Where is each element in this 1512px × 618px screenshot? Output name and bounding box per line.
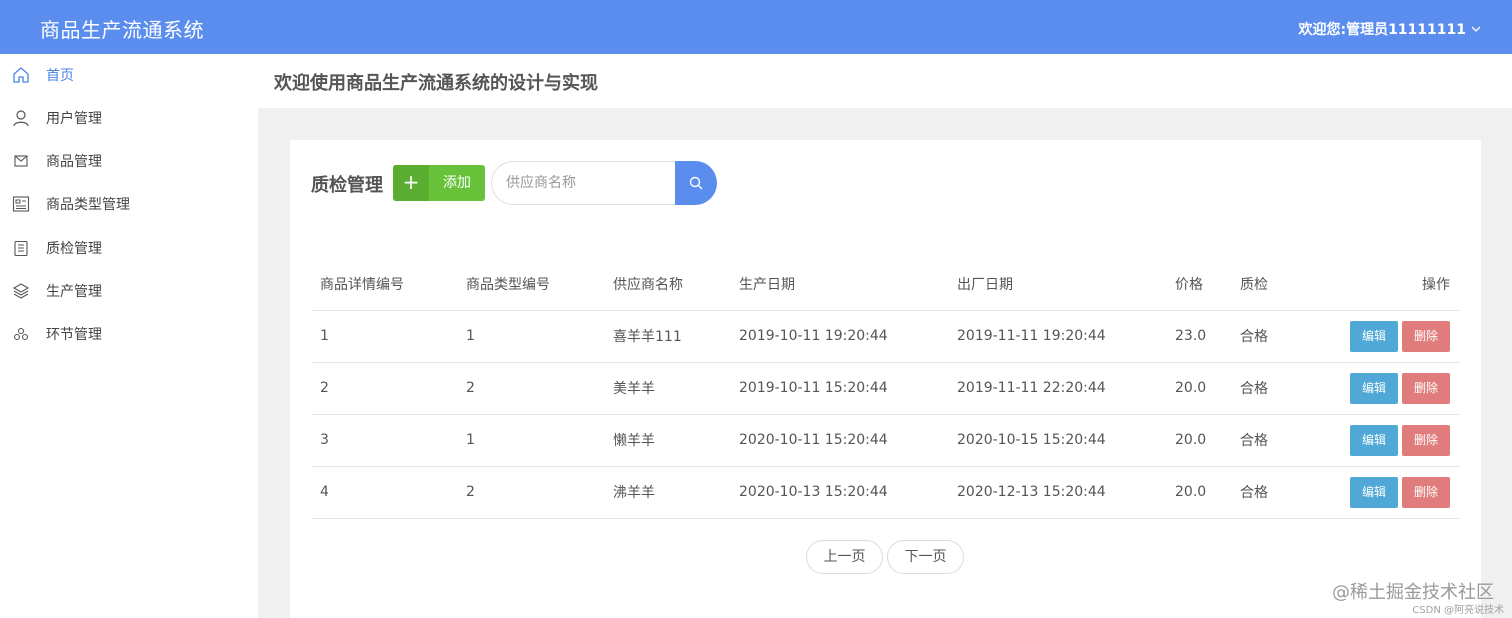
edit-button[interactable]: 编辑 bbox=[1350, 424, 1398, 456]
table-cell: 2019-11-11 19:20:44 bbox=[949, 310, 1167, 363]
user-icon bbox=[13, 110, 29, 127]
table-cell: 4 bbox=[312, 466, 458, 519]
table-cell: 3 bbox=[312, 414, 458, 467]
table-cell: 2 bbox=[458, 362, 605, 415]
home-icon bbox=[13, 67, 29, 83]
table-cell: 合格 bbox=[1232, 466, 1302, 519]
table-cell: 1 bbox=[458, 310, 605, 363]
search-input[interactable] bbox=[491, 161, 677, 205]
table-row: 4 2 沸羊羊 2020-10-13 15:20:44 2020-12-13 1… bbox=[312, 466, 1460, 519]
section-title: 质检管理 bbox=[311, 175, 383, 196]
column-header: 供应商名称 bbox=[605, 258, 731, 311]
user-menu[interactable]: 欢迎您:管理员11111111 bbox=[1298, 19, 1482, 39]
sidebar-item-label: 用户管理 bbox=[46, 111, 102, 127]
search-button[interactable] bbox=[675, 161, 717, 205]
table-cell: 1 bbox=[458, 414, 605, 467]
delete-button[interactable]: 删除 bbox=[1402, 372, 1450, 404]
edit-button[interactable]: 编辑 bbox=[1350, 372, 1398, 404]
search-icon bbox=[689, 176, 703, 190]
table-header-row: 商品详情编号 商品类型编号 供应商名称 生产日期 出厂日期 价格 质检 操作 bbox=[312, 258, 1460, 311]
user-greeting: 欢迎您:管理员11111111 bbox=[1298, 22, 1466, 38]
table-cell: 2020-10-13 15:20:44 bbox=[731, 466, 949, 519]
delete-button[interactable]: 删除 bbox=[1402, 476, 1450, 508]
top-bar: 商品生产流通系统 欢迎您:管理员11111111 bbox=[0, 0, 1512, 54]
table-row: 3 1 懒羊羊 2020-10-11 15:20:44 2020-10-15 1… bbox=[312, 414, 1460, 467]
sidebar-item-users[interactable]: 用户管理 bbox=[0, 97, 258, 137]
table-cell: 2020-12-13 15:20:44 bbox=[949, 466, 1167, 519]
page-header: 欢迎使用商品生产流通系统的设计与实现 bbox=[258, 54, 1512, 108]
sidebar-item-quality[interactable]: 质检管理 bbox=[0, 227, 258, 267]
edit-button[interactable]: 编辑 bbox=[1350, 476, 1398, 508]
sidebar-item-products[interactable]: 商品管理 bbox=[0, 140, 258, 180]
app-title: 商品生产流通系统 bbox=[40, 18, 204, 42]
cluster-icon bbox=[13, 327, 29, 341]
chevron-down-icon bbox=[1471, 26, 1481, 32]
table-cell: 喜羊羊111 bbox=[605, 310, 731, 363]
sidebar-item-label: 环节管理 bbox=[46, 327, 102, 343]
table-cell: 2019-11-11 22:20:44 bbox=[949, 362, 1167, 415]
table-cell: 2019-10-11 15:20:44 bbox=[731, 362, 949, 415]
sidebar-item-label: 质检管理 bbox=[46, 241, 102, 257]
sidebar-item-label: 首页 bbox=[46, 68, 74, 84]
sidebar-item-production[interactable]: 生产管理 bbox=[0, 270, 258, 310]
edit-button[interactable]: 编辑 bbox=[1350, 320, 1398, 352]
table-cell: 沸羊羊 bbox=[605, 466, 731, 519]
table-cell: 合格 bbox=[1232, 362, 1302, 415]
table-cell: 2020-10-15 15:20:44 bbox=[949, 414, 1167, 467]
row-actions: 编辑 删除 bbox=[1302, 310, 1460, 363]
table-cell: 23.0 bbox=[1167, 310, 1232, 363]
delete-button[interactable]: 删除 bbox=[1402, 424, 1450, 456]
row-actions: 编辑 删除 bbox=[1302, 466, 1460, 519]
add-button[interactable]: + 添加 bbox=[393, 165, 485, 201]
table-cell: 1 bbox=[312, 310, 458, 363]
sidebar-item-label: 商品管理 bbox=[46, 154, 102, 170]
delete-button[interactable]: 删除 bbox=[1402, 320, 1450, 352]
next-page-button[interactable]: 下一页 bbox=[887, 540, 964, 574]
sidebar-item-home[interactable]: 首页 bbox=[0, 54, 258, 94]
table-cell: 懒羊羊 bbox=[605, 414, 731, 467]
row-actions: 编辑 删除 bbox=[1302, 362, 1460, 415]
layers-icon bbox=[12, 283, 30, 299]
table-row: 1 1 喜羊羊111 2019-10-11 19:20:44 2019-11-1… bbox=[312, 310, 1460, 363]
column-header: 质检 bbox=[1232, 258, 1302, 311]
column-header: 商品详情编号 bbox=[312, 258, 458, 311]
table-cell: 20.0 bbox=[1167, 466, 1232, 519]
table-cell: 合格 bbox=[1232, 310, 1302, 363]
sidebar-item-label: 商品类型管理 bbox=[46, 197, 130, 213]
sidebar-item-product-types[interactable]: 商品类型管理 bbox=[0, 183, 258, 223]
sidebar: 首页 用户管理 商品管理 商品类型管理 质检管理 生产管理 环节管理 bbox=[0, 54, 258, 618]
quality-table: 商品详情编号 商品类型编号 供应商名称 生产日期 出厂日期 价格 质检 操作 1… bbox=[312, 258, 1460, 519]
page-title: 欢迎使用商品生产流通系统的设计与实现 bbox=[274, 73, 598, 94]
table-cell: 2 bbox=[458, 466, 605, 519]
column-header: 价格 bbox=[1167, 258, 1232, 311]
column-header: 操作 bbox=[1302, 258, 1460, 311]
table-cell: 美羊羊 bbox=[605, 362, 731, 415]
row-actions: 编辑 删除 bbox=[1302, 414, 1460, 467]
add-button-label: 添加 bbox=[443, 175, 471, 191]
table-cell: 2020-10-11 15:20:44 bbox=[731, 414, 949, 467]
table-row: 2 2 美羊羊 2019-10-11 15:20:44 2019-11-11 2… bbox=[312, 362, 1460, 415]
sidebar-item-label: 生产管理 bbox=[46, 284, 102, 300]
column-header: 商品类型编号 bbox=[458, 258, 605, 311]
list-icon bbox=[12, 196, 30, 212]
table-cell: 20.0 bbox=[1167, 362, 1232, 415]
table-cell: 2 bbox=[312, 362, 458, 415]
column-header: 生产日期 bbox=[731, 258, 949, 311]
sidebar-item-stages[interactable]: 环节管理 bbox=[0, 313, 258, 353]
watermark-line2: CSDN @阿亮说技术 bbox=[1412, 605, 1504, 616]
clipboard-icon bbox=[14, 240, 28, 257]
prev-page-button[interactable]: 上一页 bbox=[806, 540, 883, 574]
plus-icon: + bbox=[393, 165, 429, 201]
table-cell: 20.0 bbox=[1167, 414, 1232, 467]
table-cell: 合格 bbox=[1232, 414, 1302, 467]
table-cell: 2019-10-11 19:20:44 bbox=[731, 310, 949, 363]
mail-icon bbox=[14, 155, 28, 167]
column-header: 出厂日期 bbox=[949, 258, 1167, 311]
